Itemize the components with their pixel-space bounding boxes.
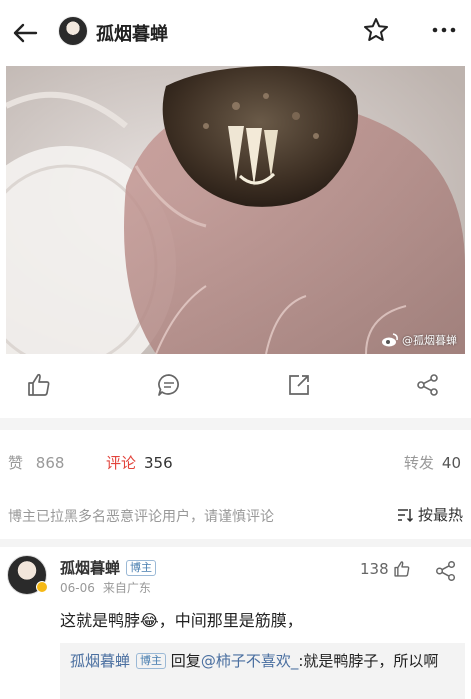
sort-icon — [396, 507, 414, 523]
more-icon[interactable] — [430, 16, 458, 44]
comment-label: 评论 — [106, 454, 137, 472]
comment-count: 356 — [144, 454, 173, 472]
share-icon[interactable] — [415, 372, 441, 398]
comment-item: 孤烟暮蝉 博主 06-06 来自广东 138 这就是鸭脖😂，中间那里是筋膜， 孤烟暮… — [0, 547, 471, 699]
share-icon[interactable] — [434, 559, 458, 583]
sort-label: 按最热 — [417, 506, 463, 524]
watermark-text: @孤烟暮蝉 — [402, 334, 457, 347]
stats-bar: 赞 868 评论 356 转发 40 — [0, 440, 471, 480]
comment-like-count: 138 — [360, 560, 389, 578]
divider — [0, 539, 471, 547]
back-arrow-icon[interactable] — [10, 18, 40, 48]
repost-count: 40 — [441, 454, 461, 472]
tab-comments[interactable]: 评论 356 — [106, 452, 173, 473]
comment-notice: 博主已拉黑多名恶意评论用户，请谨慎评论 按最热 — [0, 500, 471, 532]
weibo-logo-icon — [381, 333, 399, 347]
comment-author[interactable]: 孤烟暮蝉 博主 — [60, 557, 157, 578]
author-name[interactable]: 孤烟暮蝉 — [60, 559, 120, 577]
repost-label: 转发 — [403, 454, 434, 472]
vip-badge-icon — [36, 581, 48, 593]
author-badge: 博主 — [126, 560, 157, 576]
like-icon[interactable] — [26, 372, 52, 398]
comment-location: 来自广东 — [102, 581, 151, 595]
watermark: @孤烟暮蝉 — [381, 332, 457, 348]
comment-meta: 06-06 来自广东 — [60, 579, 151, 596]
reply-author[interactable]: 孤烟暮蝉 — [70, 652, 130, 670]
comment-like-button[interactable]: 138 — [360, 560, 411, 578]
like-label: 赞 — [8, 454, 24, 472]
notice-text: 博主已拉黑多名恶意评论用户，请谨慎评论 — [8, 509, 274, 525]
like-icon — [393, 560, 411, 578]
reply-badge: 博主 — [136, 653, 167, 669]
comment-icon[interactable] — [156, 372, 182, 398]
reply-prefix: 回复 — [170, 652, 201, 670]
post-actions — [0, 366, 471, 406]
star-icon[interactable] — [362, 16, 390, 44]
repost-icon[interactable] — [286, 372, 312, 398]
reply-mention[interactable]: @柿子不喜欢_ — [201, 652, 299, 670]
reply-text: :就是鸭脖子，所以啊 — [298, 652, 439, 670]
avatar[interactable] — [58, 16, 88, 46]
comment-date: 06-06 — [60, 581, 95, 595]
comment-text: 这就是鸭脖😂，中间那里是筋膜， — [60, 611, 303, 630]
tab-likes[interactable]: 赞 868 — [8, 452, 64, 473]
reply-box[interactable]: 孤烟暮蝉 博主 回复@柿子不喜欢_:就是鸭脖子，所以啊 — [60, 643, 465, 699]
page-title[interactable]: 孤烟暮蝉 — [96, 20, 168, 46]
sort-button[interactable]: 按最热 — [396, 504, 463, 525]
divider — [0, 418, 471, 430]
tab-reposts[interactable]: 转发 40 — [404, 452, 461, 473]
like-count: 868 — [35, 454, 65, 472]
top-bar: 孤烟暮蝉 — [0, 0, 471, 66]
post-image[interactable]: @孤烟暮蝉 — [6, 66, 465, 354]
